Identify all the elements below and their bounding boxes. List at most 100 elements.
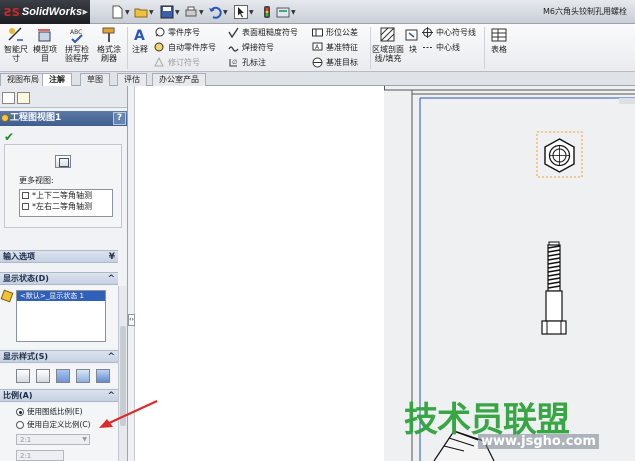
smart-dimension-label: 智能尺寸 [4,45,28,63]
section-input-options[interactable]: 输入选项 ¥ [0,250,118,263]
undo-icon [209,6,222,19]
feature-tree-tab-icon[interactable] [2,92,15,104]
more-views-label: 更多视图: [19,176,54,185]
weld-symbol-button[interactable]: 焊接符号 [228,41,274,53]
note-button[interactable]: A 注释 [130,26,150,54]
revision-symbol-icon [154,56,164,66]
panel-scrollbar[interactable] [118,286,127,461]
auto-balloon-icon [154,42,164,51]
options-button[interactable]: ▼ [276,4,296,20]
undo-button[interactable]: ▼ [208,4,228,20]
printer-icon [185,6,197,17]
display-style-buttons [0,365,118,387]
view-orientation-button[interactable] [55,155,71,168]
checkbox[interactable] [22,192,29,199]
command-manager-ribbon: 智能尺寸 模型项目 ABC 拼写检验程序 格式涂刷器 A 注释 零件序号 自动零… [0,24,635,72]
hidden-lines-removed-button[interactable] [56,369,70,383]
hole-callout-label: 孔标注 [242,57,266,67]
datum-target-label: 基准目标 [326,57,358,67]
tab-annotation[interactable]: 注解 [42,73,72,87]
note-label: 注释 [132,45,148,54]
list-item[interactable]: *上下二等角轴测 [20,190,112,201]
sheet-corner [619,98,635,104]
area-hatch-button[interactable]: 区域剖面线/填充 [372,26,404,63]
center-mark-icon [422,26,433,38]
model-items-label: 模型项目 [33,45,57,63]
revision-symbol-label: 修订符号 [168,57,200,67]
geometric-tolerance-button[interactable]: 形位公差 [312,26,358,38]
smart-dimension-button[interactable]: 智能尺寸 [2,26,30,63]
chevron-down-icon: ▼ [175,8,180,16]
revision-symbol-button[interactable]: 修订符号 [154,56,200,68]
wireframe-button[interactable] [16,369,30,383]
app-logo[interactable]: ƧS SolidWorks ▶ [0,0,90,24]
surface-finish-button[interactable]: 表面粗糙度符号 [228,26,298,38]
list-item[interactable]: <默认>_显示状态 1 [17,291,105,301]
ribbon-divider [370,27,371,69]
area-hatch-label: 区域剖面线/填充 [372,45,404,63]
centerline-label: 中心线 [436,42,460,52]
datum-target-button[interactable]: 基准目标 [312,56,358,68]
open-folder-icon [134,8,148,18]
shaded-button[interactable] [96,369,110,383]
property-manager-tab-icon[interactable] [17,92,30,104]
shaded-with-edges-button[interactable] [76,369,90,383]
property-manager-title: 工程图视图1 [10,113,62,123]
table-label: 表格 [491,45,507,54]
tab-office-products[interactable]: 办公室产品 [152,73,206,86]
radio-button[interactable] [16,408,24,416]
balloon-button[interactable]: 零件序号 [154,26,200,38]
chevron-down-icon: ¥ [108,252,115,262]
ds-logo-icon: ƧS [4,5,20,19]
section-title: 显示状态(D) [3,274,49,283]
open-button[interactable]: ▼ [134,4,154,20]
spell-check-button[interactable]: ABC 拼写检验程序 [62,26,92,63]
surface-finish-label: 表面粗糙度符号 [242,27,298,37]
help-button[interactable]: ? [113,112,126,125]
chevron-down-icon: ▼ [223,8,228,16]
model-items-button[interactable]: 模型项目 [31,26,59,63]
save-button[interactable]: ▼ [160,4,180,20]
app-name: SolidWorks [21,6,83,18]
select-button[interactable]: ▼ [234,4,254,20]
geometric-tolerance-icon [312,28,323,36]
command-tabs: 视图布局 注解 草图 评估 办公室产品 [0,72,635,87]
hidden-lines-visible-button[interactable] [36,369,50,383]
format-painter-button[interactable]: 格式涂刷器 [94,26,124,63]
cursor-icon [234,5,248,19]
section-title: 比例(A) [3,391,33,400]
checkbox[interactable] [22,203,29,210]
block-label: 块 [409,45,417,54]
table-button[interactable]: 表格 [488,26,510,54]
collapse-grip-icon[interactable]: ‹› [128,314,135,326]
surface-finish-icon [228,27,239,38]
auto-balloon-button[interactable]: 自动零件序号 [154,41,216,53]
radio-button[interactable] [16,421,24,429]
section-display-style[interactable]: 显示样式(S) ^ [0,350,118,363]
chevron-down-icon: ▼ [82,436,87,443]
tab-view-layout[interactable]: 视图布局 [0,73,46,86]
scale-select[interactable]: 2:1 ▼ [16,434,90,445]
hole-callout-icon: ∅ [229,58,237,66]
centerline-button[interactable]: 中心线 [422,41,460,53]
drawing-view-icon [1,114,9,122]
list-item[interactable]: *左右二等角轴测 [20,201,112,212]
section-title: 显示样式(S) [3,352,49,361]
ok-check-icon[interactable]: ✔ [4,130,14,144]
tab-evaluate[interactable]: 评估 [117,73,147,86]
section-display-state[interactable]: 显示状态(D) ^ [0,272,118,285]
options-icon [276,7,290,18]
tab-sketch[interactable]: 草图 [80,73,110,86]
scale-ratio-field[interactable]: 2:1 [16,450,64,461]
block-button[interactable]: 块 [405,26,420,54]
smart-dimension-icon [8,27,23,41]
datum-feature-label: 基准特征 [326,42,358,52]
arrow-shaft [106,400,158,425]
rebuild-button[interactable] [260,4,274,20]
datum-feature-button[interactable]: A 基准特征 [312,41,358,53]
chevron-up-icon: ^ [107,352,115,362]
center-mark-button[interactable]: 中心符号线 [422,26,476,38]
new-doc-button[interactable]: ▼ [110,4,130,20]
print-button[interactable]: ▼ [184,4,204,20]
hole-callout-button[interactable]: ∅ 孔标注 [228,56,266,68]
